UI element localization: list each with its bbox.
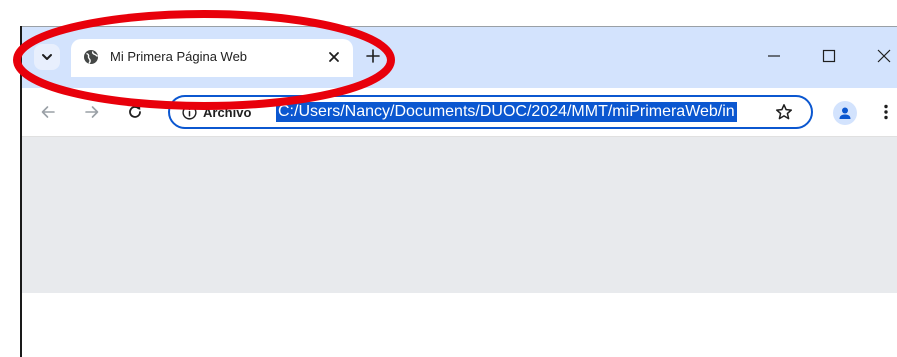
back-button[interactable]	[38, 102, 58, 122]
new-tab-button[interactable]	[364, 47, 382, 65]
page-content-top	[22, 137, 897, 293]
tab-close-button[interactable]	[326, 49, 342, 65]
globe-icon	[84, 50, 99, 64]
reload-button[interactable]	[125, 102, 145, 122]
maximize-icon	[822, 49, 836, 63]
info-icon	[182, 104, 197, 120]
plus-icon	[366, 49, 380, 63]
page-content-bottom	[22, 293, 897, 357]
forward-button[interactable]	[82, 102, 102, 122]
maximize-button[interactable]	[819, 46, 839, 66]
tab-search-button[interactable]	[34, 44, 60, 70]
window-close-icon	[877, 49, 891, 63]
active-tab[interactable]: Mi Primera Página Web	[71, 39, 353, 77]
profile-button[interactable]	[833, 101, 857, 125]
site-label: Archivo	[203, 104, 252, 120]
minimize-icon	[768, 55, 780, 57]
back-arrow-icon	[41, 106, 55, 118]
tab-title: Mi Primera Página Web	[110, 49, 248, 64]
close-icon	[329, 52, 339, 62]
window-close-button[interactable]	[874, 46, 894, 66]
chevron-down-icon	[42, 54, 52, 60]
url-text: C:/Users/Nancy/Documents/DUOC/2024/MMT/m…	[276, 102, 737, 122]
forward-arrow-icon	[85, 106, 99, 118]
star-icon[interactable]	[775, 103, 793, 121]
kebab-menu-icon	[884, 104, 888, 120]
reload-icon	[129, 106, 141, 118]
site-info-chip[interactable]: Archivo	[182, 103, 251, 121]
menu-button[interactable]	[879, 102, 893, 122]
address-bar[interactable]: Archivo C:/Users/Nancy/Documents/DUOC/20…	[168, 95, 813, 129]
person-icon	[839, 107, 851, 119]
url-field[interactable]: C:/Users/Nancy/Documents/DUOC/2024/MMT/m…	[276, 102, 768, 122]
minimize-button[interactable]	[764, 46, 784, 66]
